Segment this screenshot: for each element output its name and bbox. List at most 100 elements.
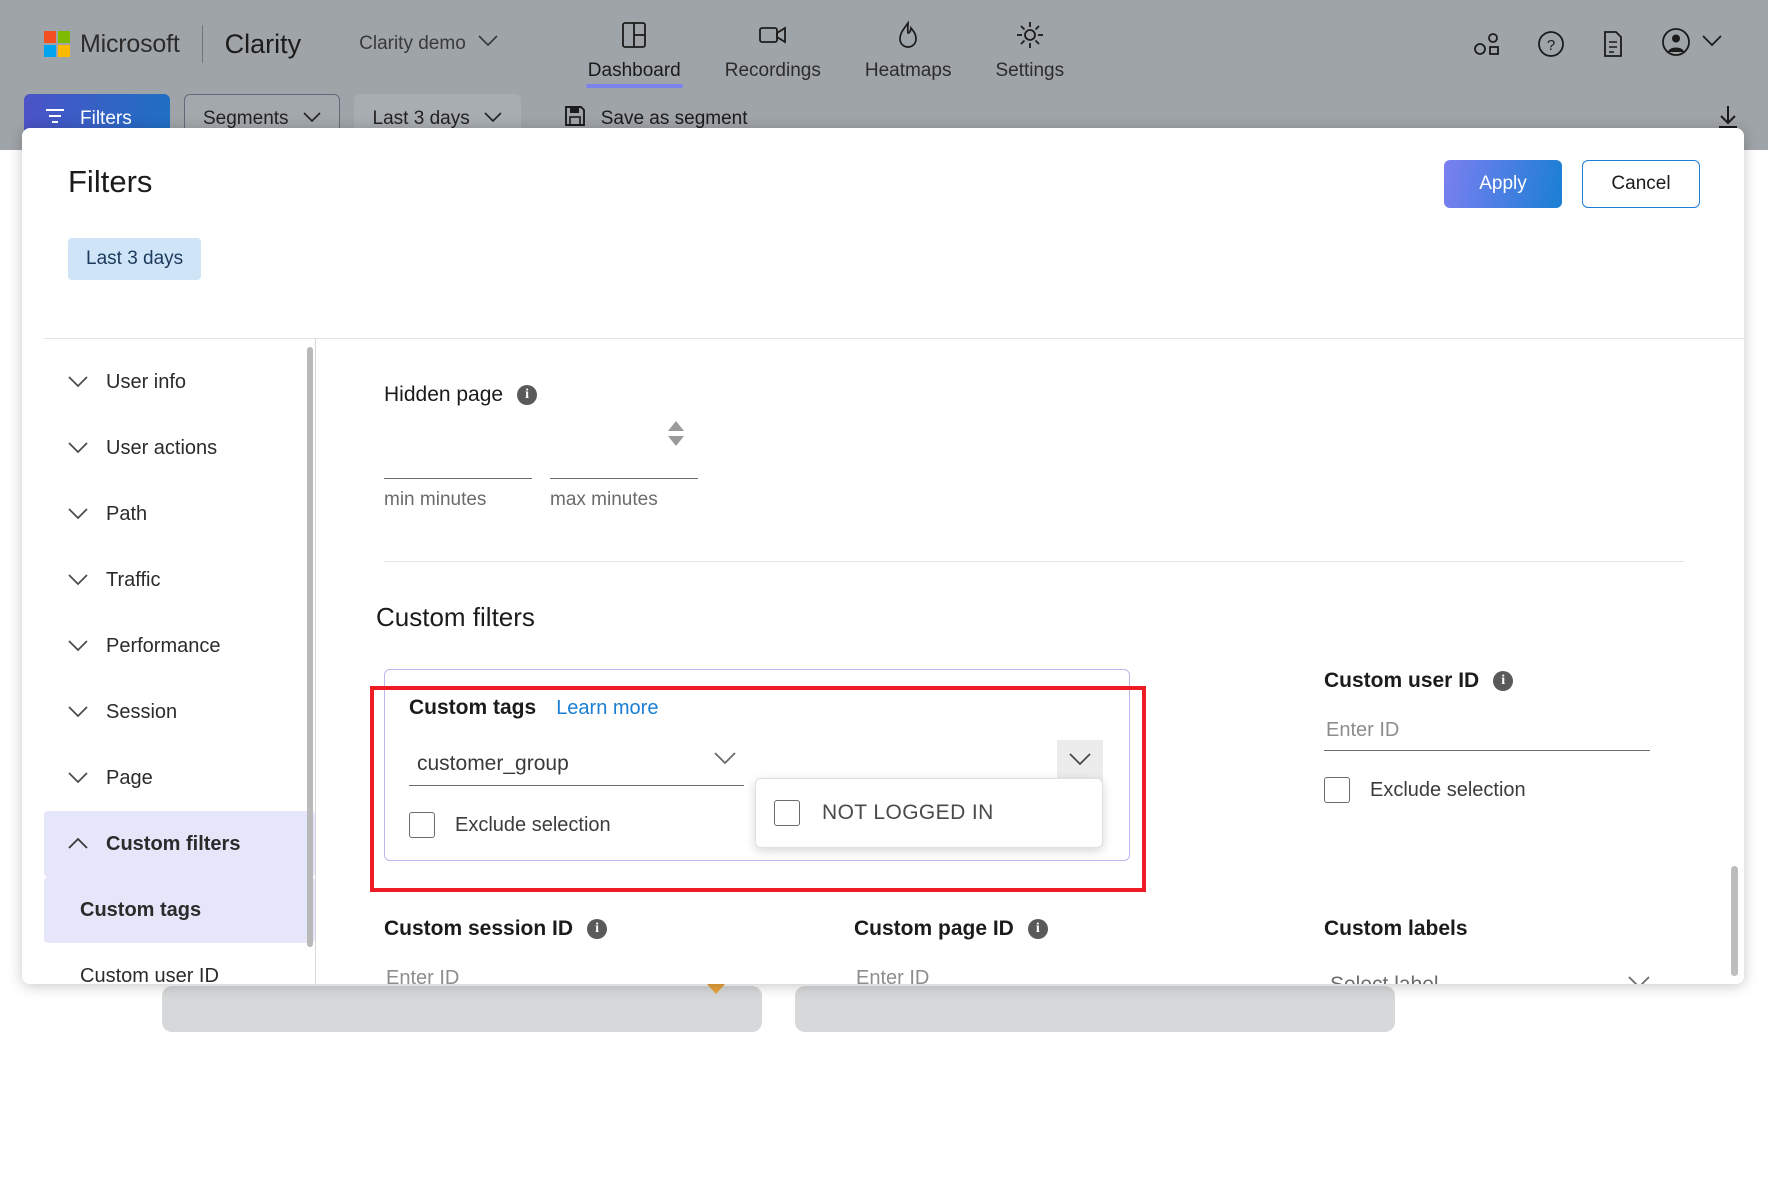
stepper-up-icon[interactable] (668, 421, 684, 431)
custom-labels-select[interactable]: Select label (1324, 963, 1650, 984)
custom-user-id-exclude-checkbox[interactable] (1324, 777, 1350, 803)
microsoft-logo[interactable]: Microsoft (44, 30, 180, 59)
min-minutes-input[interactable] (384, 443, 532, 479)
top-right-actions: ? (1472, 26, 1722, 63)
info-icon[interactable]: i (587, 919, 608, 939)
chevron-down-icon (1069, 753, 1091, 771)
microsoft-squares-icon (44, 31, 70, 57)
custom-tags-cell: Custom tags Learn more customer_group Ex… (384, 669, 1324, 861)
background-card-left (162, 986, 762, 1032)
sidebar-item-session[interactable]: Session (44, 679, 315, 745)
section-divider (384, 561, 1684, 562)
sidebar-item-label: Path (106, 502, 148, 525)
sidebar-item-label: Performance (106, 634, 221, 657)
sidebar-item-label: User info (106, 370, 187, 393)
filters-dialog: Filters Apply Cancel Last 3 days User in… (22, 128, 1744, 984)
account-menu[interactable] (1660, 26, 1722, 63)
custom-filters-row-2: Custom session ID i Exclude selection (384, 917, 1684, 984)
info-icon[interactable]: i (1027, 919, 1048, 939)
chevron-down-icon (714, 752, 736, 770)
share-nodes-icon[interactable] (1472, 29, 1502, 59)
tab-dashboard-label: Dashboard (587, 60, 681, 81)
custom-labels-placeholder: Select label (1330, 972, 1439, 985)
chevron-down-icon (302, 108, 321, 130)
content-scrollbar[interactable] (1731, 866, 1738, 976)
chevron-down-icon (68, 767, 88, 790)
custom-tags-card: Custom tags Learn more customer_group Ex… (384, 669, 1130, 861)
sidebar-item-label: User actions (106, 436, 218, 459)
dropdown-option-not-logged-in[interactable]: NOT LOGGED IN (756, 787, 1102, 839)
max-minutes-group: max minutes (550, 421, 698, 511)
stepper-down-icon[interactable] (668, 436, 684, 446)
project-selector[interactable]: Clarity demo (359, 33, 498, 55)
clarity-app: Microsoft Clarity Clarity demo Dashboard (0, 0, 1768, 1188)
filters-button-label: Filters (80, 108, 132, 129)
custom-session-id-label-row: Custom session ID i (384, 917, 804, 941)
page-title: Filters (68, 164, 153, 199)
custom-tag-key-select[interactable]: customer_group (409, 742, 745, 786)
hidden-page-section: Hidden page i min minutes max minutes (384, 383, 1684, 511)
sidebar-item-user-info[interactable]: User info (44, 349, 315, 415)
hidden-page-label: Hidden page (384, 383, 504, 406)
sidebar-item-page[interactable]: Page (44, 745, 315, 811)
filters-sidebar: User info User actions Path Traffic Perf… (44, 338, 316, 984)
max-minutes-input[interactable] (550, 443, 698, 479)
filters-dialog-header: Filters Apply Cancel (22, 128, 1744, 238)
info-icon[interactable]: i (517, 385, 538, 405)
info-icon[interactable]: i (1493, 671, 1514, 691)
sidebar-scrollbar[interactable] (307, 347, 313, 947)
custom-session-id-input[interactable] (384, 963, 612, 984)
chevron-down-icon (484, 108, 502, 130)
custom-user-id-exclude-label: Exclude selection (1370, 778, 1526, 801)
max-minutes-caption: max minutes (550, 489, 658, 510)
sidebar-item-label: Traffic (106, 568, 161, 591)
sidebar-item-traffic[interactable]: Traffic (44, 547, 315, 613)
sidebar-item-custom-filters[interactable]: Custom filters (44, 811, 315, 877)
min-minutes-caption: min minutes (384, 489, 487, 510)
custom-page-id-label: Custom page ID (854, 917, 1014, 940)
document-icon[interactable] (1600, 29, 1626, 59)
sidebar-item-performance[interactable]: Performance (44, 613, 315, 679)
tab-dashboard[interactable]: Dashboard (566, 4, 703, 88)
apply-button[interactable]: Apply (1444, 160, 1562, 208)
sidebar-item-label: Custom filters (106, 832, 241, 855)
segments-button-label: Segments (203, 108, 289, 129)
custom-user-id-input[interactable] (1324, 715, 1650, 751)
sidebar-item-custom-user-id[interactable]: Custom user ID (44, 943, 315, 985)
background-card-right (795, 986, 1395, 1032)
custom-tags-title: Custom tags (409, 696, 537, 719)
custom-filters-row-1: Custom tags Learn more customer_group Ex… (384, 669, 1684, 861)
custom-tags-exclude-checkbox[interactable] (409, 812, 435, 838)
custom-tags-exclude-label: Exclude selection (455, 813, 611, 836)
custom-session-id-cell: Custom session ID i Exclude selection (384, 917, 804, 984)
sidebar-item-user-actions[interactable]: User actions (44, 415, 315, 481)
tab-settings[interactable]: Settings (973, 4, 1086, 88)
help-circle-icon[interactable]: ? (1536, 29, 1566, 59)
dropdown-option-checkbox[interactable] (774, 800, 800, 826)
custom-user-id-exclude-row[interactable]: Exclude selection (1324, 777, 1744, 803)
custom-tag-key-value: customer_group (417, 751, 569, 775)
svg-text:?: ? (1547, 37, 1555, 54)
max-minutes-stepper[interactable] (668, 421, 684, 446)
custom-page-id-input[interactable] (854, 963, 1082, 984)
tab-heatmaps[interactable]: Heatmaps (843, 4, 974, 88)
learn-more-link[interactable]: Learn more (556, 697, 658, 720)
sidebar-item-path[interactable]: Path (44, 481, 315, 547)
sidebar-item-custom-tags[interactable]: Custom tags (44, 877, 315, 943)
custom-page-id-label-row: Custom page ID i (854, 917, 1274, 941)
custom-session-id-label: Custom session ID (384, 917, 574, 940)
cancel-button[interactable]: Cancel (1582, 160, 1700, 208)
chevron-down-icon (68, 371, 88, 394)
sidebar-subitem-label: Custom user ID (80, 964, 219, 985)
sidebar-subitem-label: Custom tags (80, 898, 202, 921)
chevron-down-icon (68, 701, 88, 724)
chevron-down-icon (478, 35, 498, 53)
tab-recordings[interactable]: Recordings (703, 4, 843, 88)
tab-heatmaps-label: Heatmaps (864, 60, 952, 81)
active-filter-chips: Last 3 days (22, 238, 1744, 280)
chip-date-range[interactable]: Last 3 days (68, 238, 202, 280)
sidebar-item-label: Page (106, 766, 153, 789)
custom-labels-label-row: Custom labels (1324, 917, 1744, 941)
flame-icon (895, 18, 921, 52)
gear-icon (1015, 18, 1045, 52)
